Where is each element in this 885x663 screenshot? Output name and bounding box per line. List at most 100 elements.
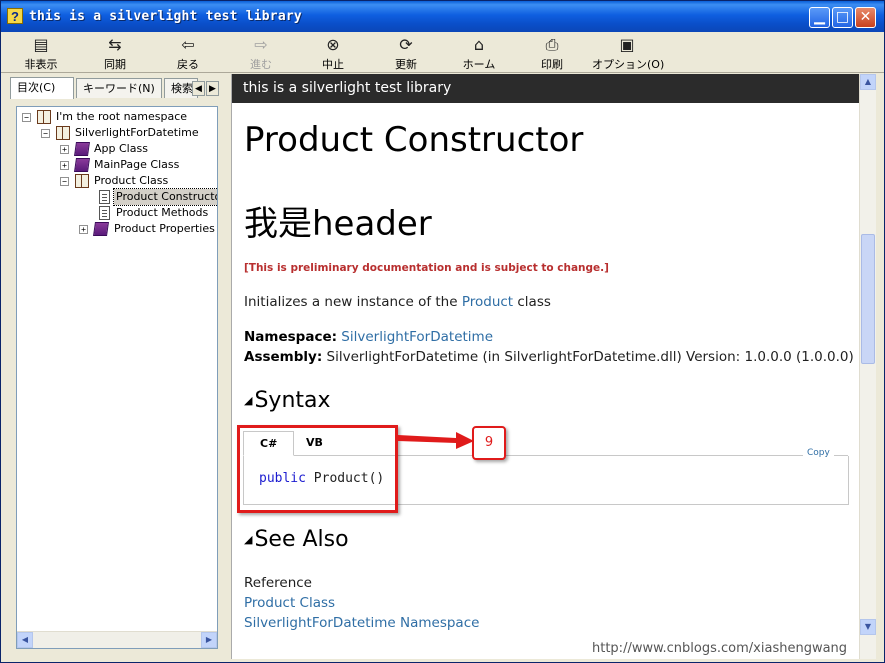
minimize-icon: ▁ — [814, 9, 825, 25]
maximize-icon: □ — [835, 9, 850, 25]
tree-node-label: SilverlightForDatetime — [75, 126, 199, 139]
tree-node-label: Product Properties — [114, 222, 215, 235]
expand-icon[interactable]: + — [79, 225, 88, 234]
syntax-heading[interactable]: ◢Syntax — [244, 388, 331, 413]
tree-node-label: Product Constructor — [113, 188, 217, 206]
scrollbar-thumb[interactable] — [861, 234, 875, 364]
reference-label: Reference — [244, 575, 312, 591]
content-vertical-scrollbar[interactable]: ▲ ▼ — [859, 74, 876, 659]
expand-icon[interactable]: + — [60, 145, 69, 154]
closed-book-icon — [74, 158, 90, 172]
tab-scroll-right-icon[interactable]: ▶ — [206, 81, 219, 96]
page-icon — [99, 206, 110, 220]
tree-node-label: App Class — [94, 142, 148, 155]
close-icon: ✕ — [859, 9, 872, 25]
tree-node-label: Product Methods — [116, 206, 209, 219]
contents-tree[interactable]: − I'm the root namespace − SilverlightFo… — [16, 106, 218, 649]
refresh-button[interactable]: ⟳ 更新 — [376, 35, 436, 72]
back-label: 戻る — [177, 58, 199, 71]
minimize-button[interactable]: ▁ — [809, 7, 830, 28]
sync-button[interactable]: ⇆ 同期 — [85, 35, 145, 72]
see-also-heading-text: See Also — [254, 527, 349, 552]
sync-label: 同期 — [104, 58, 126, 71]
maximize-button[interactable]: □ — [832, 7, 853, 28]
sync-icon: ⇆ — [108, 35, 122, 54]
navigation-pane: 目次(C) キーワード(N) 検索 ◀ ▶ − I'm the root nam… — [4, 74, 220, 657]
watermark-text: http://www.cnblogs.com/xiashengwang — [592, 641, 848, 656]
home-button[interactable]: ⌂ ホーム — [449, 35, 509, 72]
help-question-icon: ? — [7, 8, 23, 24]
collapse-icon[interactable]: − — [41, 129, 50, 138]
tree-node-label: Product Class — [94, 174, 169, 187]
tab-scroll-arrows: ◀ ▶ — [192, 81, 220, 97]
pane-splitter[interactable] — [221, 74, 229, 659]
tab-scroll-left-icon[interactable]: ◀ — [192, 81, 205, 96]
namespace-link[interactable]: SilverlightForDatetime — [341, 329, 493, 345]
home-label: ホーム — [462, 58, 496, 71]
stop-label: 中止 — [322, 58, 344, 71]
toolbar: ▤ 非表示 ⇆ 同期 ⇦ 戻る ⇨ 進む ⊗ 中止 ⟳ 更新 ⌂ ホーム ⎙ 印 — [1, 32, 884, 73]
back-arrow-icon: ⇦ — [181, 35, 195, 54]
collapse-triangle-icon: ◢ — [244, 394, 253, 407]
nav-tabs: 目次(C) キーワード(N) 検索 — [10, 77, 220, 100]
page-subtitle: 我是header — [244, 204, 432, 244]
closed-book-icon — [74, 142, 90, 156]
scroll-up-icon[interactable]: ▲ — [860, 74, 876, 90]
options-button[interactable]: ▣ オプション(O) — [592, 35, 665, 72]
collapse-icon[interactable]: − — [22, 113, 31, 122]
print-button[interactable]: ⎙ 印刷 — [522, 35, 582, 72]
intro-prefix: Initializes a new instance of the — [244, 294, 462, 310]
help-window: ? this is a silverlight test library ▁ □… — [0, 0, 885, 663]
close-button[interactable]: ✕ — [855, 7, 876, 28]
intro-suffix: class — [513, 294, 551, 310]
hide-label: 非表示 — [24, 58, 58, 71]
back-button[interactable]: ⇦ 戻る — [158, 35, 218, 72]
refresh-icon: ⟳ — [399, 35, 413, 54]
page-title: Product Constructor — [244, 120, 584, 160]
namespace-line: Namespace: SilverlightForDatetime — [244, 329, 493, 345]
content-header-bar: this is a silverlight test library — [232, 74, 876, 103]
open-book-icon — [37, 110, 51, 124]
tree-node-label: MainPage Class — [94, 158, 180, 171]
open-book-icon — [56, 126, 70, 140]
product-link[interactable]: Product — [462, 294, 513, 310]
scroll-left-icon[interactable]: ◀ — [17, 632, 33, 648]
product-class-link[interactable]: Product Class — [244, 595, 335, 611]
options-icon: ▣ — [619, 35, 635, 54]
hide-button[interactable]: ▤ 非表示 — [11, 35, 71, 72]
assembly-line: Assembly: SilverlightForDatetime (in Sil… — [244, 349, 854, 365]
scroll-down-icon[interactable]: ▼ — [860, 619, 876, 635]
intro-text: Initializes a new instance of the Produc… — [244, 294, 551, 310]
print-label: 印刷 — [541, 58, 563, 71]
tree-horizontal-scrollbar[interactable]: ◀ ▶ — [17, 631, 217, 648]
collapse-triangle-icon: ◢ — [244, 533, 253, 546]
annotation-callout: 9 — [472, 426, 506, 460]
print-icon: ⎙ — [545, 35, 559, 54]
expand-icon[interactable]: + — [60, 161, 69, 170]
see-also-heading[interactable]: ◢See Also — [244, 527, 349, 552]
forward-label: 進む — [250, 58, 272, 71]
stop-icon: ⊗ — [326, 35, 340, 54]
tab-contents[interactable]: 目次(C) — [10, 77, 74, 99]
open-book-icon — [75, 174, 89, 188]
namespace-link-bottom[interactable]: SilverlightForDatetime Namespace — [244, 615, 479, 631]
window-title: this is a silverlight test library — [29, 9, 302, 24]
forward-button[interactable]: ⇨ 進む — [231, 35, 291, 72]
preliminary-note: [This is preliminary documentation and i… — [244, 262, 609, 274]
home-icon: ⌂ — [473, 35, 485, 54]
forward-arrow-icon: ⇨ — [254, 35, 268, 54]
page-icon — [99, 190, 110, 204]
title-bar[interactable]: ? this is a silverlight test library ▁ □… — [1, 1, 884, 32]
hide-pane-icon: ▤ — [33, 35, 49, 54]
syntax-heading-text: Syntax — [254, 388, 331, 413]
stop-button[interactable]: ⊗ 中止 — [303, 35, 363, 72]
tree-node-label: I'm the root namespace — [56, 110, 188, 123]
tab-keyword[interactable]: キーワード(N) — [76, 78, 162, 98]
namespace-label: Namespace: — [244, 329, 337, 345]
collapse-icon[interactable]: − — [60, 177, 69, 186]
assembly-value: SilverlightForDatetime (in SilverlightFo… — [326, 349, 854, 365]
closed-book-icon — [93, 222, 109, 236]
scroll-right-icon[interactable]: ▶ — [201, 632, 217, 648]
tab-csharp[interactable]: C# — [243, 431, 295, 456]
options-label: オプション(O) — [592, 58, 665, 71]
